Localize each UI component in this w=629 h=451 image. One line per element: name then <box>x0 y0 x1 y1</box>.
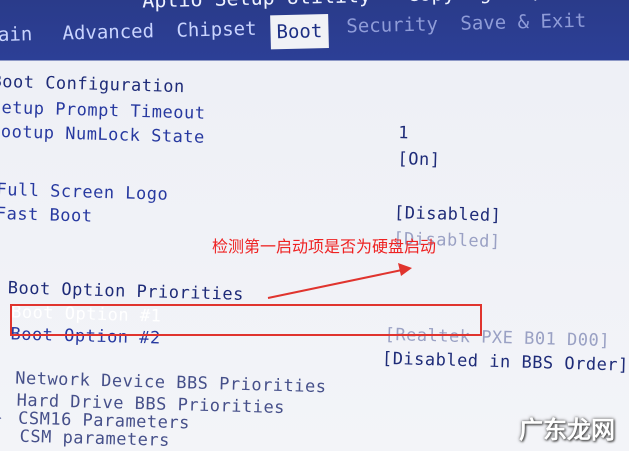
boot-settings-panel: Boot Configuration Setup Prompt Timeout … <box>0 66 629 451</box>
tab-security[interactable]: Security <box>346 9 438 41</box>
watermark-logo: 广东龙网 <box>519 416 615 444</box>
full-screen-logo-label[interactable]: Full Screen Logo <box>0 180 169 205</box>
csm-parameters-item[interactable]: CSM parameters <box>19 427 170 451</box>
full-screen-logo-value[interactable]: [Disabled] <box>394 203 502 226</box>
tab-chipset[interactable]: Chipset <box>176 14 257 46</box>
tab-save-exit[interactable]: Save & Exit <box>460 6 587 39</box>
boot-option-1-highlight <box>10 304 482 336</box>
tab-boot[interactable]: Boot <box>270 13 329 50</box>
boot-option-priorities-heading: Boot Option Priorities <box>7 278 245 305</box>
bios-screen: Aptio Setup Utility - Copyright (C) 2018… <box>0 0 629 451</box>
bootup-numlock-state-value[interactable]: [On] <box>397 149 440 170</box>
tab-main[interactable]: Main <box>0 19 33 50</box>
tab-advanced[interactable]: Advanced <box>62 16 154 48</box>
fast-boot-label[interactable]: Fast Boot <box>0 204 93 227</box>
bootup-numlock-state-label[interactable]: Bootup NumLock State <box>0 122 205 148</box>
setup-prompt-timeout-value[interactable]: 1 <box>398 123 409 143</box>
submenu-arrow-icon: ▶ <box>0 410 2 424</box>
annotation-text: 检测第一启动项是否为硬盘启动 <box>212 237 437 256</box>
setup-prompt-timeout-label[interactable]: Setup Prompt Timeout <box>0 98 206 124</box>
boot-configuration-heading: Boot Configuration <box>0 71 185 98</box>
boot-option-2-value[interactable]: [Disabled in BBS Order] <box>382 349 629 376</box>
